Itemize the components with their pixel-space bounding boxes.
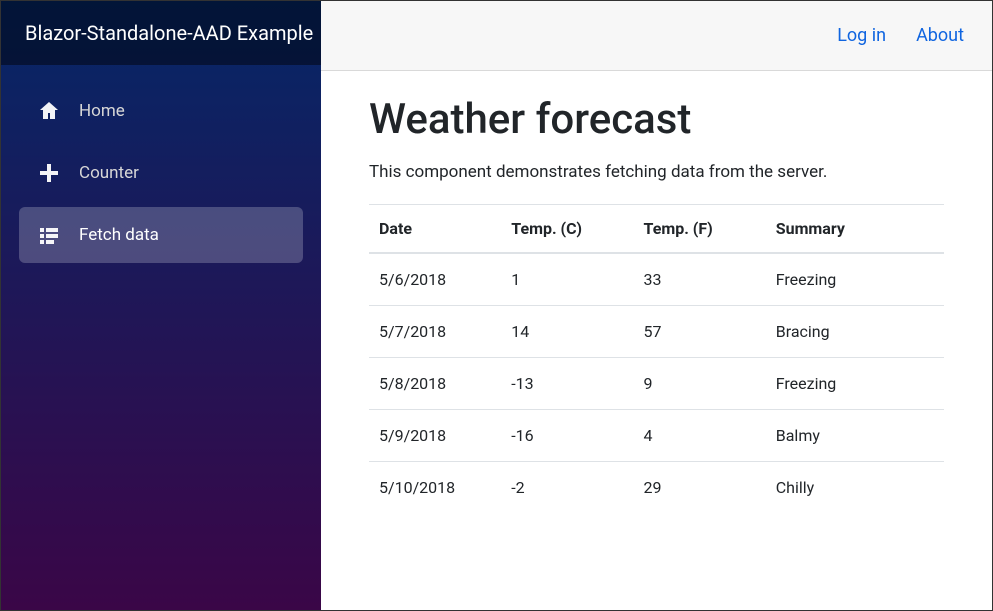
sidebar: Blazor-Standalone-AAD Example Home Count… [1, 1, 321, 610]
app-title[interactable]: Blazor-Standalone-AAD Example [1, 1, 321, 65]
table-row: 5/9/2018 -16 4 Balmy [369, 410, 944, 462]
cell-date: 5/8/2018 [369, 358, 501, 410]
cell-temp-c: -2 [501, 462, 633, 514]
cell-temp-f: 29 [634, 462, 766, 514]
cell-summary: Balmy [766, 410, 944, 462]
cell-date: 5/7/2018 [369, 306, 501, 358]
cell-summary: Bracing [766, 306, 944, 358]
sidebar-item-label: Counter [79, 163, 139, 183]
sidebar-item-counter[interactable]: Counter [19, 145, 303, 201]
table-header-temp-c: Temp. (C) [501, 205, 633, 254]
cell-temp-f: 57 [634, 306, 766, 358]
cell-temp-f: 33 [634, 253, 766, 306]
cell-summary: Chilly [766, 462, 944, 514]
cell-temp-c: -13 [501, 358, 633, 410]
table-header-date: Date [369, 205, 501, 254]
cell-temp-f: 4 [634, 410, 766, 462]
cell-date: 5/10/2018 [369, 462, 501, 514]
table-header-row: Date Temp. (C) Temp. (F) Summary [369, 205, 944, 254]
page-title: Weather forecast [369, 95, 944, 144]
main: Log in About Weather forecast This compo… [321, 1, 992, 610]
sidebar-item-label: Home [79, 101, 125, 121]
table-header-temp-f: Temp. (F) [634, 205, 766, 254]
page-subtitle: This component demonstrates fetching dat… [369, 162, 944, 182]
table-header-summary: Summary [766, 205, 944, 254]
cell-temp-c: 1 [501, 253, 633, 306]
table-row: 5/10/2018 -2 29 Chilly [369, 462, 944, 514]
sidebar-nav: Home Counter Fetch data [1, 65, 321, 281]
content: Weather forecast This component demonstr… [321, 71, 992, 513]
table-row: 5/8/2018 -13 9 Freezing [369, 358, 944, 410]
forecast-table: Date Temp. (C) Temp. (F) Summary 5/6/201… [369, 204, 944, 513]
sidebar-item-label: Fetch data [79, 225, 159, 245]
plus-icon [37, 161, 61, 185]
table-row: 5/6/2018 1 33 Freezing [369, 253, 944, 306]
cell-date: 5/6/2018 [369, 253, 501, 306]
list-icon [37, 223, 61, 247]
about-link[interactable]: About [916, 25, 964, 46]
cell-summary: Freezing [766, 358, 944, 410]
cell-temp-f: 9 [634, 358, 766, 410]
cell-temp-c: -16 [501, 410, 633, 462]
cell-date: 5/9/2018 [369, 410, 501, 462]
sidebar-item-fetch-data[interactable]: Fetch data [19, 207, 303, 263]
sidebar-item-home[interactable]: Home [19, 83, 303, 139]
cell-temp-c: 14 [501, 306, 633, 358]
top-bar: Log in About [321, 1, 992, 71]
cell-summary: Freezing [766, 253, 944, 306]
table-row: 5/7/2018 14 57 Bracing [369, 306, 944, 358]
login-link[interactable]: Log in [837, 25, 886, 46]
home-icon [37, 99, 61, 123]
